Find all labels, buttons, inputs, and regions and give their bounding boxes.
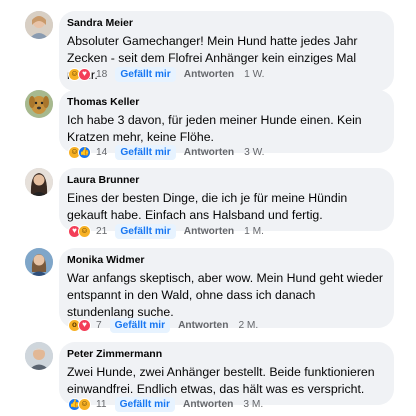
comment-timestamp[interactable]: 1 W.	[244, 69, 264, 80]
reply-button[interactable]: Antworten	[184, 69, 234, 80]
reaction-count[interactable]: 7	[96, 320, 102, 331]
reaction-count[interactable]: 18	[96, 69, 107, 80]
comment-timestamp[interactable]: 3 W.	[244, 147, 264, 158]
avatar[interactable]	[25, 342, 53, 370]
like-button[interactable]: Gefällt mir	[114, 396, 175, 412]
comment-actions: ☺ 👍 14 Gefällt mir Antworten 3 W.	[68, 144, 265, 160]
reaction-icons[interactable]: 👍 ☺	[68, 397, 91, 411]
comment-actions: ☺ ♥ 18 Gefällt mir Antworten 1 W.	[68, 66, 265, 82]
comment-actions: o ♥ 7 Gefällt mir Antworten 2 M.	[68, 317, 258, 333]
reaction-count[interactable]: 11	[96, 399, 107, 410]
like-button[interactable]: Gefällt mir	[115, 223, 176, 239]
reaction-count[interactable]: 21	[96, 226, 107, 237]
reaction-icons[interactable]: ☺ 👍	[68, 145, 91, 159]
reaction-icons[interactable]: ♥ ☺	[68, 224, 91, 238]
comment-text: War anfangs skeptisch, aber wow. Mein Hu…	[67, 271, 384, 319]
comment-author[interactable]: Sandra Meier	[67, 17, 384, 30]
comment-timestamp[interactable]: 1 M.	[244, 226, 264, 237]
reaction-icons[interactable]: o ♥	[68, 318, 91, 332]
avatar[interactable]	[25, 168, 53, 196]
comment-text: Eines der besten Dinge, die ich je für m…	[67, 191, 348, 222]
comment-text: Zwei Hunde, zwei Anhänger bestellt. Beid…	[67, 365, 375, 396]
comment-bubble: Laura Brunner Eines der besten Dinge, di…	[59, 168, 394, 231]
like-button[interactable]: Gefällt mir	[109, 317, 171, 333]
comment-timestamp[interactable]: 3 M.	[243, 399, 263, 410]
like-button[interactable]: Gefällt mir	[115, 66, 176, 82]
avatar[interactable]	[25, 90, 53, 118]
reply-button[interactable]: Antworten	[183, 399, 233, 410]
reaction-icons[interactable]: ☺ ♥	[68, 67, 91, 81]
reaction-count[interactable]: 14	[96, 147, 107, 158]
avatar[interactable]	[25, 248, 53, 276]
comment-actions: 👍 ☺ 11 Gefällt mir Antworten 3 M.	[68, 396, 263, 412]
comment-actions: ♥ ☺ 21 Gefällt mir Antworten 1 M.	[68, 223, 264, 239]
reply-button[interactable]: Antworten	[178, 320, 228, 331]
comment-author[interactable]: Peter Zimmermann	[67, 348, 384, 361]
heart-reaction-icon: ♥	[78, 318, 91, 332]
avatar[interactable]	[25, 11, 53, 39]
comment-author[interactable]: Thomas Keller	[67, 96, 384, 109]
comment-author[interactable]: Monika Widmer	[67, 254, 384, 267]
comment-text: Ich habe 3 davon, für jeden meiner Hunde…	[67, 113, 362, 144]
like-button[interactable]: Gefällt mir	[115, 144, 176, 160]
like-reaction-icon: 👍	[78, 145, 91, 159]
haha-reaction-icon: ☺	[78, 397, 91, 411]
comment-author[interactable]: Laura Brunner	[67, 174, 384, 187]
heart-reaction-icon: ♥	[78, 67, 91, 81]
reply-button[interactable]: Antworten	[184, 226, 234, 237]
comment-timestamp[interactable]: 2 M.	[238, 320, 258, 331]
comment-bubble: Monika Widmer War anfangs skeptisch, abe…	[59, 248, 394, 328]
reply-button[interactable]: Antworten	[184, 147, 234, 158]
care-reaction-icon: ☺	[78, 224, 91, 238]
